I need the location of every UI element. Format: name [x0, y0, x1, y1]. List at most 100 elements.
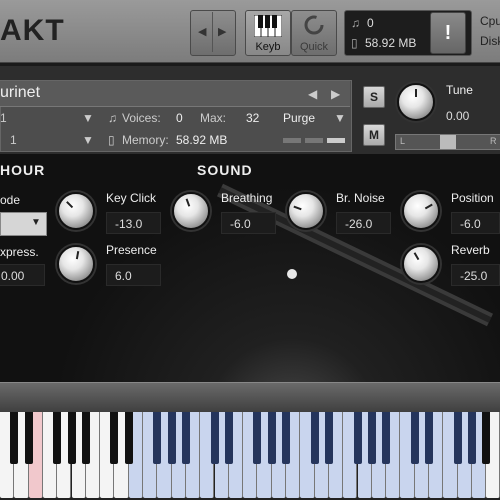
purge-meter-3	[327, 138, 345, 143]
reverb-knob[interactable]	[402, 245, 440, 283]
black-key[interactable]	[453, 412, 462, 464]
black-key[interactable]	[181, 412, 190, 464]
chevron-down-icon: ▼	[31, 217, 41, 228]
black-key[interactable]	[110, 412, 119, 464]
black-key[interactable]	[282, 412, 290, 464]
midi-note-icon: ♫	[351, 16, 360, 30]
pan-slider-handle[interactable]	[440, 135, 456, 149]
voices-count: 0	[367, 16, 374, 30]
keyboard-toggle-button[interactable]: Keyb	[245, 10, 291, 56]
memory-label: Memory:	[122, 133, 169, 147]
black-key[interactable]	[310, 412, 319, 464]
memory-readout: 58.92 MB	[365, 36, 417, 50]
pan-right-label: R	[490, 136, 497, 146]
presence-label: Presence	[106, 243, 157, 257]
tune-value: 0.00	[446, 109, 470, 123]
voices-label: Voices:	[122, 111, 161, 125]
black-key[interactable]	[53, 412, 62, 464]
reverb-label: Reverb	[451, 243, 490, 257]
black-key[interactable]	[382, 412, 391, 464]
tune-knob[interactable]	[397, 83, 435, 121]
cpu-label: Cpu	[480, 14, 500, 28]
output-dropdown-icon[interactable]: ▼	[82, 133, 94, 147]
black-key[interactable]	[67, 412, 76, 464]
presence-value[interactable]: 6.0	[106, 264, 161, 286]
pan-left-label: L	[400, 136, 406, 146]
keyboard-header-strip	[0, 382, 500, 413]
midi-channel-value[interactable]: 1	[0, 111, 7, 125]
black-key[interactable]	[267, 412, 276, 464]
breath-noise-value[interactable]: -26.0	[336, 212, 391, 234]
purge-dropdown-icon[interactable]: ▼	[334, 111, 346, 125]
position-knob[interactable]	[402, 192, 440, 230]
piano-keys-icon	[254, 15, 282, 37]
key-click-knob[interactable]	[57, 192, 95, 230]
position-label: Position	[451, 191, 494, 205]
black-key[interactable]	[224, 412, 233, 464]
black-key[interactable]	[153, 412, 162, 464]
black-key[interactable]	[353, 412, 362, 464]
output-value[interactable]: 1	[10, 133, 17, 147]
next-instrument-icon[interactable]: ▶	[331, 87, 340, 101]
purge-meter-2	[305, 138, 323, 143]
breath-noise-knob[interactable]	[287, 192, 325, 230]
black-key[interactable]	[10, 412, 19, 464]
quick-label: Quick	[299, 41, 329, 53]
keyb-label: Keyb	[255, 41, 281, 53]
purge-meter-1	[283, 138, 301, 143]
presence-knob[interactable]	[57, 245, 95, 283]
instrument-nav-buttons: ◀ ▶	[190, 10, 236, 56]
kontakt-logo: AKT	[0, 14, 65, 47]
breath-noise-label: Br. Noise	[336, 191, 385, 205]
black-key[interactable]	[425, 412, 433, 464]
black-key[interactable]	[467, 412, 476, 464]
refresh-icon	[304, 15, 324, 35]
memory-icon: ▯	[108, 133, 115, 147]
disk-label: Disk	[480, 34, 500, 48]
max-voices-value[interactable]: 32	[246, 111, 259, 125]
black-key[interactable]	[482, 412, 491, 464]
black-key[interactable]	[124, 412, 133, 464]
black-key[interactable]	[167, 412, 176, 464]
black-key[interactable]	[324, 412, 333, 464]
alert-button[interactable]: !	[430, 12, 466, 54]
divider	[212, 12, 213, 52]
pan-slider[interactable]: L R	[395, 134, 500, 150]
voices-icon: ♫	[108, 111, 117, 125]
next-arrow-icon[interactable]: ▶	[218, 25, 226, 38]
section-title-left: HOUR	[0, 162, 46, 178]
section-title-sound: SOUND	[197, 162, 253, 178]
prev-arrow-icon[interactable]: ◀	[198, 25, 206, 38]
tune-label: Tune	[446, 83, 473, 97]
quick-load-button[interactable]: Quick	[291, 10, 337, 56]
key-click-value[interactable]: -13.0	[106, 212, 161, 234]
breathing-label: Breathing	[221, 191, 273, 205]
position-value[interactable]: -6.0	[451, 212, 500, 234]
express-value[interactable]: 0.00	[0, 264, 45, 286]
mute-button[interactable]: M	[363, 124, 385, 146]
black-key[interactable]	[81, 412, 90, 464]
prev-instrument-icon[interactable]: ◀	[308, 87, 317, 101]
purge-menu[interactable]: Purge	[283, 111, 315, 125]
piano-keyboard[interactable]	[0, 412, 500, 500]
mode-dropdown[interactable]: ▼	[0, 212, 47, 236]
breathing-value[interactable]: -6.0	[221, 212, 276, 234]
black-key[interactable]	[210, 412, 219, 464]
memory-icon: ▯	[351, 36, 358, 50]
breathing-knob[interactable]	[172, 192, 210, 230]
memory-value: 58.92 MB	[176, 133, 228, 147]
black-key[interactable]	[24, 412, 33, 464]
instrument-name[interactable]: urinet	[0, 84, 40, 102]
solo-button[interactable]: S	[363, 86, 385, 108]
max-voices-label: Max:	[200, 111, 227, 125]
mode-label: ode	[0, 193, 21, 207]
reverb-value[interactable]: -25.0	[451, 264, 500, 286]
voices-value: 0	[176, 111, 183, 125]
black-key[interactable]	[367, 412, 376, 464]
key-click-label: Key Click	[106, 191, 157, 205]
black-key[interactable]	[253, 412, 262, 464]
instrument-name-bar	[0, 81, 350, 107]
midi-channel-dropdown-icon[interactable]: ▼	[82, 111, 94, 125]
express-label: xpress.	[0, 245, 39, 259]
black-key[interactable]	[410, 412, 419, 464]
